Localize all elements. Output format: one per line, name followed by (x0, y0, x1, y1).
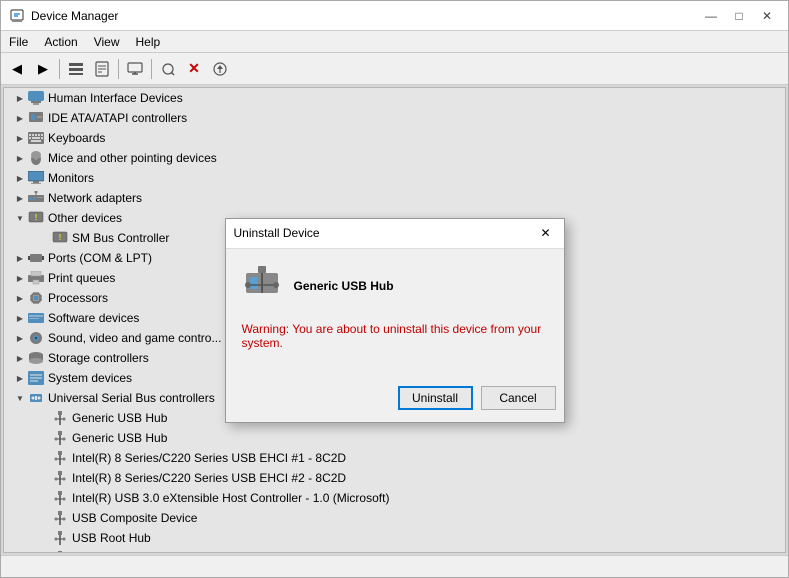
status-bar (1, 555, 788, 577)
menu-view[interactable]: View (86, 33, 128, 51)
title-bar: Device Manager — □ ✕ (1, 1, 788, 31)
main-area: ▶ Human Interface Devices ▶ IDE ATA/ATAP… (1, 85, 788, 555)
dialog-device-name: Generic USB Hub (294, 279, 394, 293)
menu-help[interactable]: Help (128, 33, 169, 51)
dialog-overlay: Uninstall Device ✕ (1, 85, 788, 555)
menu-action[interactable]: Action (36, 33, 85, 51)
app-icon (9, 8, 25, 24)
uninstall-device-dialog: Uninstall Device ✕ (225, 218, 565, 423)
uninstall-confirm-button[interactable]: Uninstall (398, 386, 473, 410)
minimize-button[interactable]: — (698, 6, 724, 26)
back-button[interactable]: ◀ (5, 57, 29, 81)
window-title: Device Manager (31, 9, 698, 23)
dialog-warning: Warning: You are about to uninstall this… (242, 322, 548, 350)
menu-file[interactable]: File (1, 33, 36, 51)
dialog-device-icon (242, 265, 282, 308)
dialog-title-bar: Uninstall Device ✕ (226, 219, 564, 249)
update-button[interactable] (208, 57, 232, 81)
close-button[interactable]: ✕ (754, 6, 780, 26)
properties-button[interactable] (90, 57, 114, 81)
dialog-body: Generic USB Hub Warning: You are about t… (226, 249, 564, 386)
window-controls: — □ ✕ (698, 6, 780, 26)
dialog-buttons: Uninstall Cancel (226, 386, 564, 422)
forward-button[interactable]: ▶ (31, 57, 55, 81)
dialog-title: Uninstall Device (234, 226, 536, 240)
computer-button[interactable] (123, 57, 147, 81)
cancel-button[interactable]: Cancel (481, 386, 556, 410)
toolbar-separator-1 (59, 59, 60, 79)
show-hide-button[interactable] (64, 57, 88, 81)
uninstall-button[interactable]: ✕ (182, 57, 206, 81)
toolbar: ◀ ▶ (1, 53, 788, 85)
dialog-device-row: Generic USB Hub (242, 265, 548, 308)
toolbar-separator-2 (118, 59, 119, 79)
toolbar-separator-3 (151, 59, 152, 79)
dialog-close-button[interactable]: ✕ (536, 224, 556, 242)
scan-button[interactable] (156, 57, 180, 81)
device-manager-window: Device Manager — □ ✕ File Action View He… (0, 0, 789, 578)
menu-bar: File Action View Help (1, 31, 788, 53)
maximize-button[interactable]: □ (726, 6, 752, 26)
